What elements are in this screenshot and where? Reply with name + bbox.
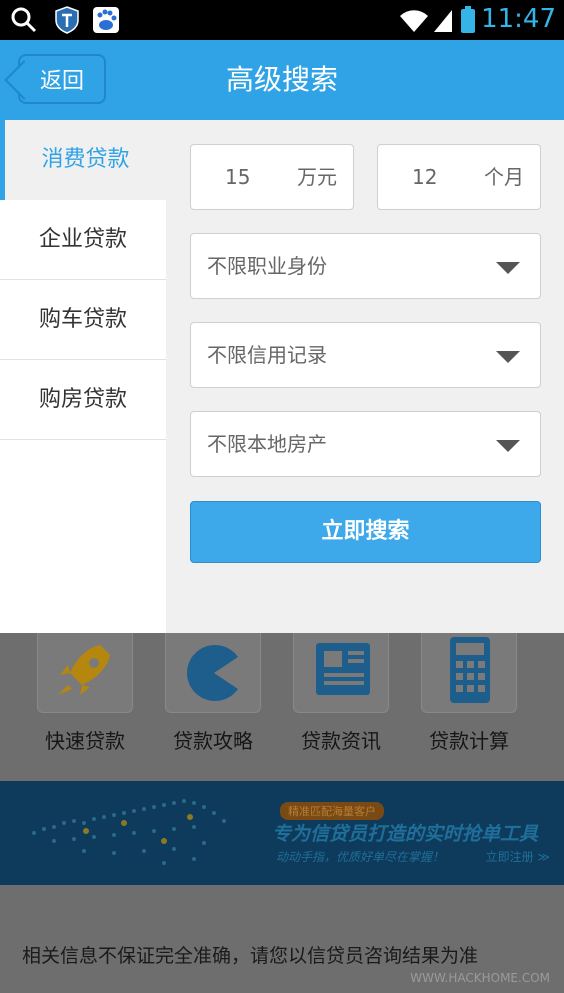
clock: 11:47 <box>481 4 556 34</box>
local-property-select[interactable]: 不限本地房产 <box>190 411 541 477</box>
term-input[interactable]: 12 个月 <box>377 144 541 210</box>
pacman-icon <box>187 645 238 701</box>
tab-consumer-loan[interactable]: 消费贷款 <box>0 120 166 200</box>
baidu-app-icon <box>93 7 119 33</box>
battery-icon <box>461 6 475 33</box>
rocket-icon <box>58 645 110 695</box>
banner-tag: 精准匹配海量客户 <box>280 802 384 820</box>
disclaimer-text: 相关信息不保证完全准确，请您以信贷员咨询结果为准 <box>22 945 479 967</box>
quick-link-fast-loan[interactable] <box>37 633 133 713</box>
china-map-graphic <box>32 799 226 865</box>
search-button[interactable]: 立即搜索 <box>190 501 541 563</box>
back-button-label: 返回 <box>39 69 84 94</box>
wifi-icon <box>400 10 428 32</box>
local-property-select-label: 不限本地房产 <box>207 432 327 456</box>
quick-link-loan-guide[interactable] <box>165 633 261 713</box>
banner-subtitle: 动动手指，优质好单尽在掌握！ <box>276 850 445 864</box>
promo-banner[interactable]: 精准匹配海量客户 专为信贷员打造的实时抢单工具 动动手指，优质好单尽在掌握！ 立… <box>0 781 564 885</box>
search-icon <box>11 7 37 33</box>
quick-link-loan-news[interactable] <box>293 633 389 713</box>
occupation-select-label: 不限职业身份 <box>207 254 327 278</box>
amount-value: 15 <box>225 165 251 189</box>
status-bar: 11:47 <box>0 0 564 40</box>
advanced-search-panel: 消费贷款 企业贷款 购车贷款 购房贷款 15 万元 12 个月 不限职业身份 不… <box>0 120 564 633</box>
quick-link-label: 贷款攻略 <box>173 729 253 753</box>
tab-business-loan[interactable]: 企业贷款 <box>0 200 166 280</box>
credit-record-select[interactable]: 不限信用记录 <box>190 322 541 388</box>
dropdown-arrow-icon <box>496 440 520 452</box>
quick-link-label: 贷款资讯 <box>301 729 381 753</box>
dropdown-arrow-icon <box>496 351 520 363</box>
banner-register-link[interactable]: 立即注册 ≫ <box>486 848 550 865</box>
calculator-icon <box>450 637 490 703</box>
shield-app-icon <box>55 6 79 34</box>
amount-input[interactable]: 15 万元 <box>190 144 354 210</box>
term-value: 12 <box>412 165 438 189</box>
term-unit: 个月 <box>484 165 524 189</box>
back-button[interactable]: 返回 <box>18 54 106 104</box>
amount-unit: 万元 <box>297 165 337 189</box>
loan-type-tabs: 消费贷款 企业贷款 购车贷款 购房贷款 <box>0 120 166 633</box>
news-icon <box>316 643 370 695</box>
background-overlay[interactable]: 快速贷款 贷款攻略 贷款资讯 贷款计算 精准匹配海量客户 专为信贷员打造的实时抢… <box>0 633 564 993</box>
quick-link-label: 快速贷款 <box>45 729 125 753</box>
occupation-select[interactable]: 不限职业身份 <box>190 233 541 299</box>
quick-link-loan-calculator[interactable] <box>421 633 517 713</box>
banner-headline: 专为信贷员打造的实时抢单工具 <box>272 823 539 845</box>
credit-record-select-label: 不限信用记录 <box>207 343 327 367</box>
watermark: WWW.HACKHOME.COM <box>410 971 550 985</box>
title-bar: 高级搜索 返回 <box>0 40 564 120</box>
dropdown-arrow-icon <box>496 262 520 274</box>
quick-link-label: 贷款计算 <box>429 729 509 753</box>
signal-icon <box>434 10 452 32</box>
tab-car-loan[interactable]: 购车贷款 <box>0 280 166 360</box>
tab-mortgage-loan[interactable]: 购房贷款 <box>0 360 166 440</box>
